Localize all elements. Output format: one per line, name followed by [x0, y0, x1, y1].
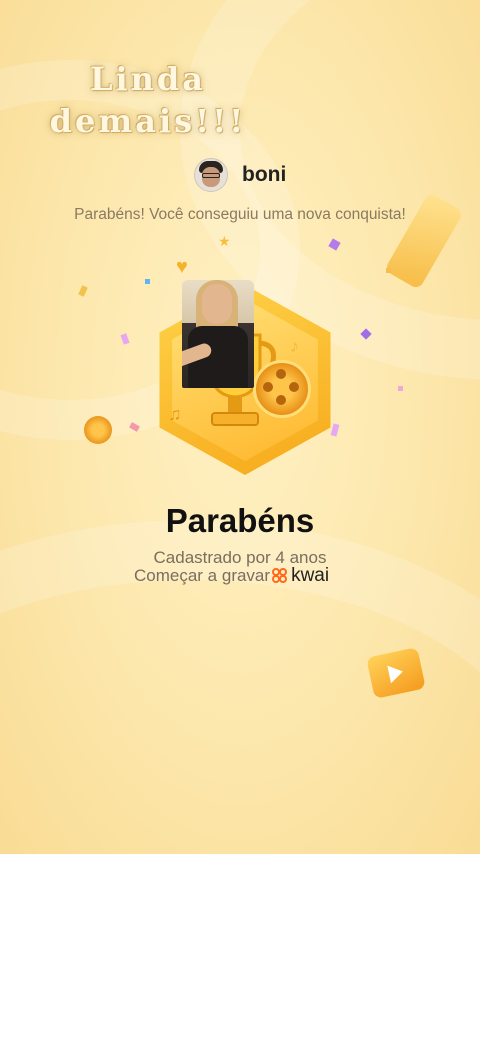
- music-note-icon: ♪: [290, 336, 299, 356]
- confetti-icon: [398, 386, 403, 391]
- star-icon: ★: [218, 233, 231, 249]
- avatar[interactable]: [194, 158, 228, 192]
- heart-icon: ♥: [176, 256, 188, 278]
- music-note-icon: ♫: [168, 404, 182, 424]
- start-recording-link[interactable]: Começar a gravar kwai: [134, 565, 329, 587]
- page-title: Parabéns: [165, 502, 315, 539]
- user-photo: [182, 280, 254, 388]
- brand-name: kwai: [291, 565, 330, 586]
- film-reel-icon: [253, 360, 311, 418]
- achievement-message: Parabéns! Você conseguiu uma nova conqui…: [74, 206, 406, 223]
- overlay-caption: Linda demais!!!: [49, 60, 247, 140]
- confetti-icon: [145, 279, 150, 284]
- kwai-logo-icon: [272, 568, 288, 584]
- user-info[interactable]: boni: [194, 158, 286, 192]
- username[interactable]: boni: [242, 163, 286, 187]
- start-recording-label[interactable]: Começar a gravar: [134, 566, 270, 586]
- film-reel-icon: [84, 416, 112, 444]
